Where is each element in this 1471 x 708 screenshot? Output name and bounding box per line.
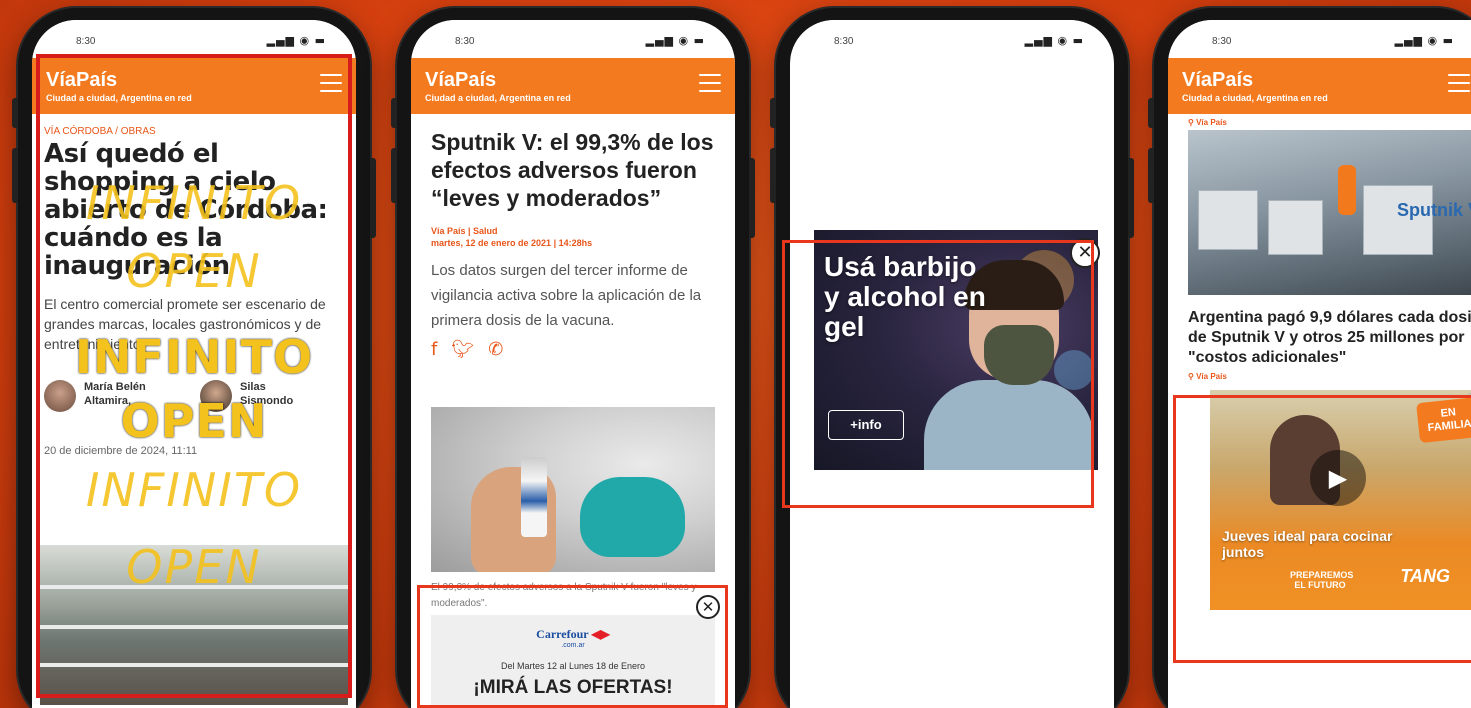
signal-icons: ▂▄▆ ◉ ▬ bbox=[1394, 34, 1454, 47]
signal-icons: ▂▄▆ ◉ ▬ bbox=[1024, 34, 1084, 47]
article-title: Sputnik V: el 99,3% de los efectos adver… bbox=[431, 129, 714, 211]
signal-icons: ▂▄▆ ◉ ▬ bbox=[266, 34, 326, 47]
status-time: 8:30 bbox=[1212, 36, 1232, 47]
pin-icon: ⚲ bbox=[1188, 118, 1197, 127]
hamburger-menu-icon[interactable] bbox=[1448, 74, 1470, 98]
site-logo[interactable]: VíaPaís bbox=[425, 70, 721, 90]
facebook-icon[interactable]: f bbox=[431, 339, 437, 360]
article-title[interactable]: Argentina pagó 9,9 dólares cada dosis de… bbox=[1188, 308, 1471, 368]
site-logo[interactable]: VíaPaís bbox=[1182, 70, 1471, 90]
twitter-icon[interactable]: 🐦︎ bbox=[451, 339, 474, 360]
highlight-box bbox=[782, 240, 1094, 508]
site-header: VíaPaís Ciudad a ciudad, Argentina en re… bbox=[411, 58, 735, 114]
site-tagline: Ciudad a ciudad, Argentina en red bbox=[1182, 93, 1328, 103]
whatsapp-icon[interactable]: ✆ bbox=[488, 339, 503, 360]
article-lead: Los datos surgen del tercer informe de v… bbox=[431, 262, 702, 329]
image-logo: Sputnik V bbox=[1396, 200, 1471, 220]
site-tagline: Ciudad a ciudad, Argentina en red bbox=[425, 93, 571, 103]
source-label[interactable]: ⚲ Vía País bbox=[1168, 114, 1471, 127]
status-time: 8:30 bbox=[76, 36, 96, 47]
article-date: martes, 12 de enero de 2021 | 14:28hs bbox=[431, 238, 593, 248]
pin-icon: ⚲ bbox=[1188, 372, 1197, 381]
highlight-box bbox=[36, 54, 352, 698]
highlight-box bbox=[417, 585, 728, 708]
article-image: Sputnik V bbox=[1188, 130, 1471, 295]
highlight-box bbox=[1173, 395, 1471, 663]
site-header: VíaPaís Ciudad a ciudad, Argentina en re… bbox=[1168, 58, 1471, 114]
status-time: 8:30 bbox=[834, 36, 854, 47]
hamburger-menu-icon[interactable] bbox=[699, 74, 721, 98]
source-label[interactable]: ⚲ Vía País bbox=[1188, 372, 1227, 381]
share-bar: f 🐦︎ ✆ bbox=[411, 333, 735, 360]
article-image bbox=[431, 407, 715, 572]
signal-icons: ▂▄▆ ◉ ▬ bbox=[645, 34, 705, 47]
article-section[interactable]: Vía País | Salud bbox=[411, 212, 735, 236]
status-time: 8:30 bbox=[455, 36, 475, 47]
